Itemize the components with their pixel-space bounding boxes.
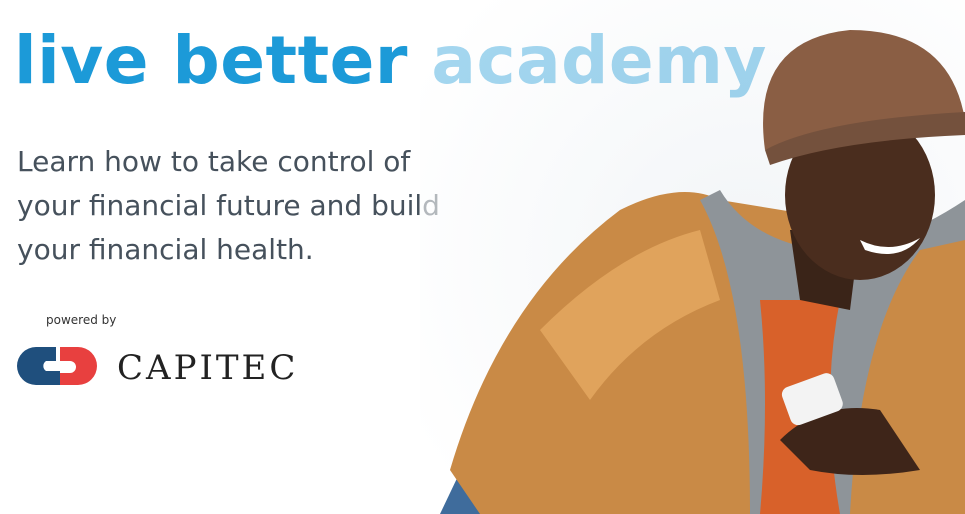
powered-by-label: powered by (46, 313, 117, 327)
hero-photo (420, 0, 965, 514)
banner-description: Learn how to take control of your financ… (17, 145, 440, 266)
brand-name: CAPITEC (117, 348, 299, 388)
capitec-logo-icon (17, 347, 97, 385)
